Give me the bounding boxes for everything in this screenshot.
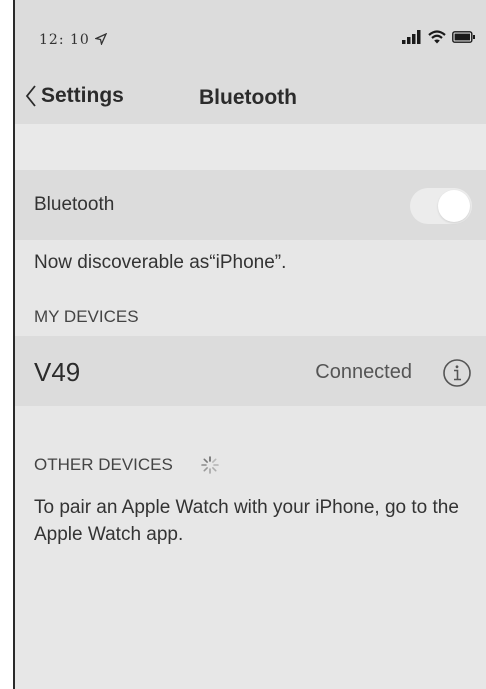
other-devices-header: OTHER DEVICES [34,455,219,475]
info-icon[interactable] [442,358,472,388]
section-spacer [15,124,486,170]
bluetooth-toggle[interactable] [410,188,472,224]
battery-icon [452,31,475,43]
bluetooth-row: Bluetooth [15,170,486,240]
cellular-signal-icon [402,30,421,44]
back-button-label: Settings [41,84,124,107]
my-devices-header: MY DEVICES [34,307,139,326]
bluetooth-label: Bluetooth [34,194,115,215]
other-devices-label: OTHER DEVICES [34,455,173,474]
device-name: V49 [34,357,81,387]
toggle-knob [438,190,470,222]
status-bar: 12: 10 [15,0,486,78]
page-title: Bluetooth [199,86,297,109]
navigation-bar: Settings Bluetooth [15,78,486,124]
device-status: Connected [315,361,412,383]
pair-apple-watch-text: To pair an Apple Watch with your iPhone,… [34,497,459,545]
status-time: 12: 10 [39,32,108,48]
loading-spinner-icon [201,456,219,474]
device-row-v49[interactable]: V49 Connected [15,336,486,406]
wifi-icon [428,30,446,44]
discoverable-text: Now discoverable as“iPhone”. [34,252,287,273]
location-arrow-icon [94,32,108,47]
status-icons [402,30,476,44]
back-button[interactable]: Settings [25,84,124,108]
phone-screen: 12: 10 Settings Bluetooth Bluetooth Now … [13,0,486,689]
chevron-left-icon [25,85,36,107]
